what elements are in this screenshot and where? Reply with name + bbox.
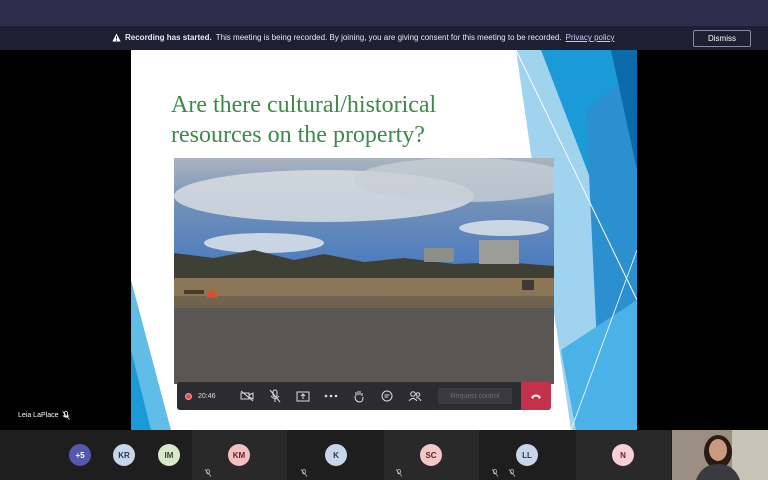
request-control-button[interactable]: Request control (438, 388, 512, 404)
camera-off-button[interactable] (239, 388, 255, 404)
share-tray-icon (296, 391, 310, 402)
hang-up-button[interactable] (521, 382, 551, 410)
avatar-km[interactable]: KM (228, 444, 250, 466)
avatar-n[interactable]: N (612, 444, 634, 466)
meeting-duration: 20:46 (198, 392, 216, 400)
mute-button[interactable] (267, 388, 283, 404)
share-screen-button[interactable] (295, 388, 311, 404)
privacy-policy-link[interactable]: Privacy policy (566, 33, 615, 42)
chat-icon (381, 390, 393, 402)
slide-title: Are there cultural/historical resources … (171, 92, 437, 148)
presenter-label: Leia LaPlace (18, 411, 71, 420)
presentation-slide: Are there cultural/historical resources … (131, 50, 637, 430)
avatar-kr[interactable]: KR (113, 444, 135, 466)
avatar-k[interactable]: K (325, 444, 347, 466)
property-photo (174, 158, 554, 384)
avatar-ll[interactable]: LL (516, 444, 538, 466)
mic-off-icon (269, 389, 281, 403)
recording-banner: Recording has started. This meeting is b… (0, 26, 768, 50)
overflow-participants-button[interactable]: +5 (69, 444, 91, 466)
recording-banner-title: Recording has started. (125, 33, 212, 42)
presenter-name: Leia LaPlace (18, 412, 59, 419)
mic-off-icon (395, 469, 403, 477)
phone-hangup-icon (531, 394, 541, 399)
dismiss-button[interactable]: Dismiss (693, 30, 751, 47)
mic-off-icon (300, 469, 308, 477)
recording-indicator-icon (185, 392, 192, 400)
raise-hand-button[interactable] (351, 388, 367, 404)
mic-off-icon (491, 469, 499, 477)
title-bar (0, 0, 768, 26)
participants-button[interactable] (407, 388, 423, 404)
avatar-im[interactable]: IM (158, 444, 180, 466)
chat-button[interactable] (379, 388, 395, 404)
people-icon (408, 391, 422, 402)
recording-timer: 20:46 (185, 386, 233, 406)
avatar-sc[interactable]: SC (420, 444, 442, 466)
meeting-control-bar: 20:46 Request control (177, 382, 551, 410)
camera-off-icon (240, 390, 254, 402)
ellipsis-icon (324, 394, 338, 398)
mic-off-icon (62, 411, 71, 420)
recording-banner-message: This meeting is being recorded. By joini… (215, 33, 562, 42)
self-view-video (672, 430, 768, 480)
hand-icon (354, 391, 364, 403)
more-actions-button[interactable] (323, 388, 339, 404)
mic-off-icon (204, 469, 212, 477)
mic-off-icon (508, 469, 516, 477)
warning-icon (112, 33, 121, 42)
